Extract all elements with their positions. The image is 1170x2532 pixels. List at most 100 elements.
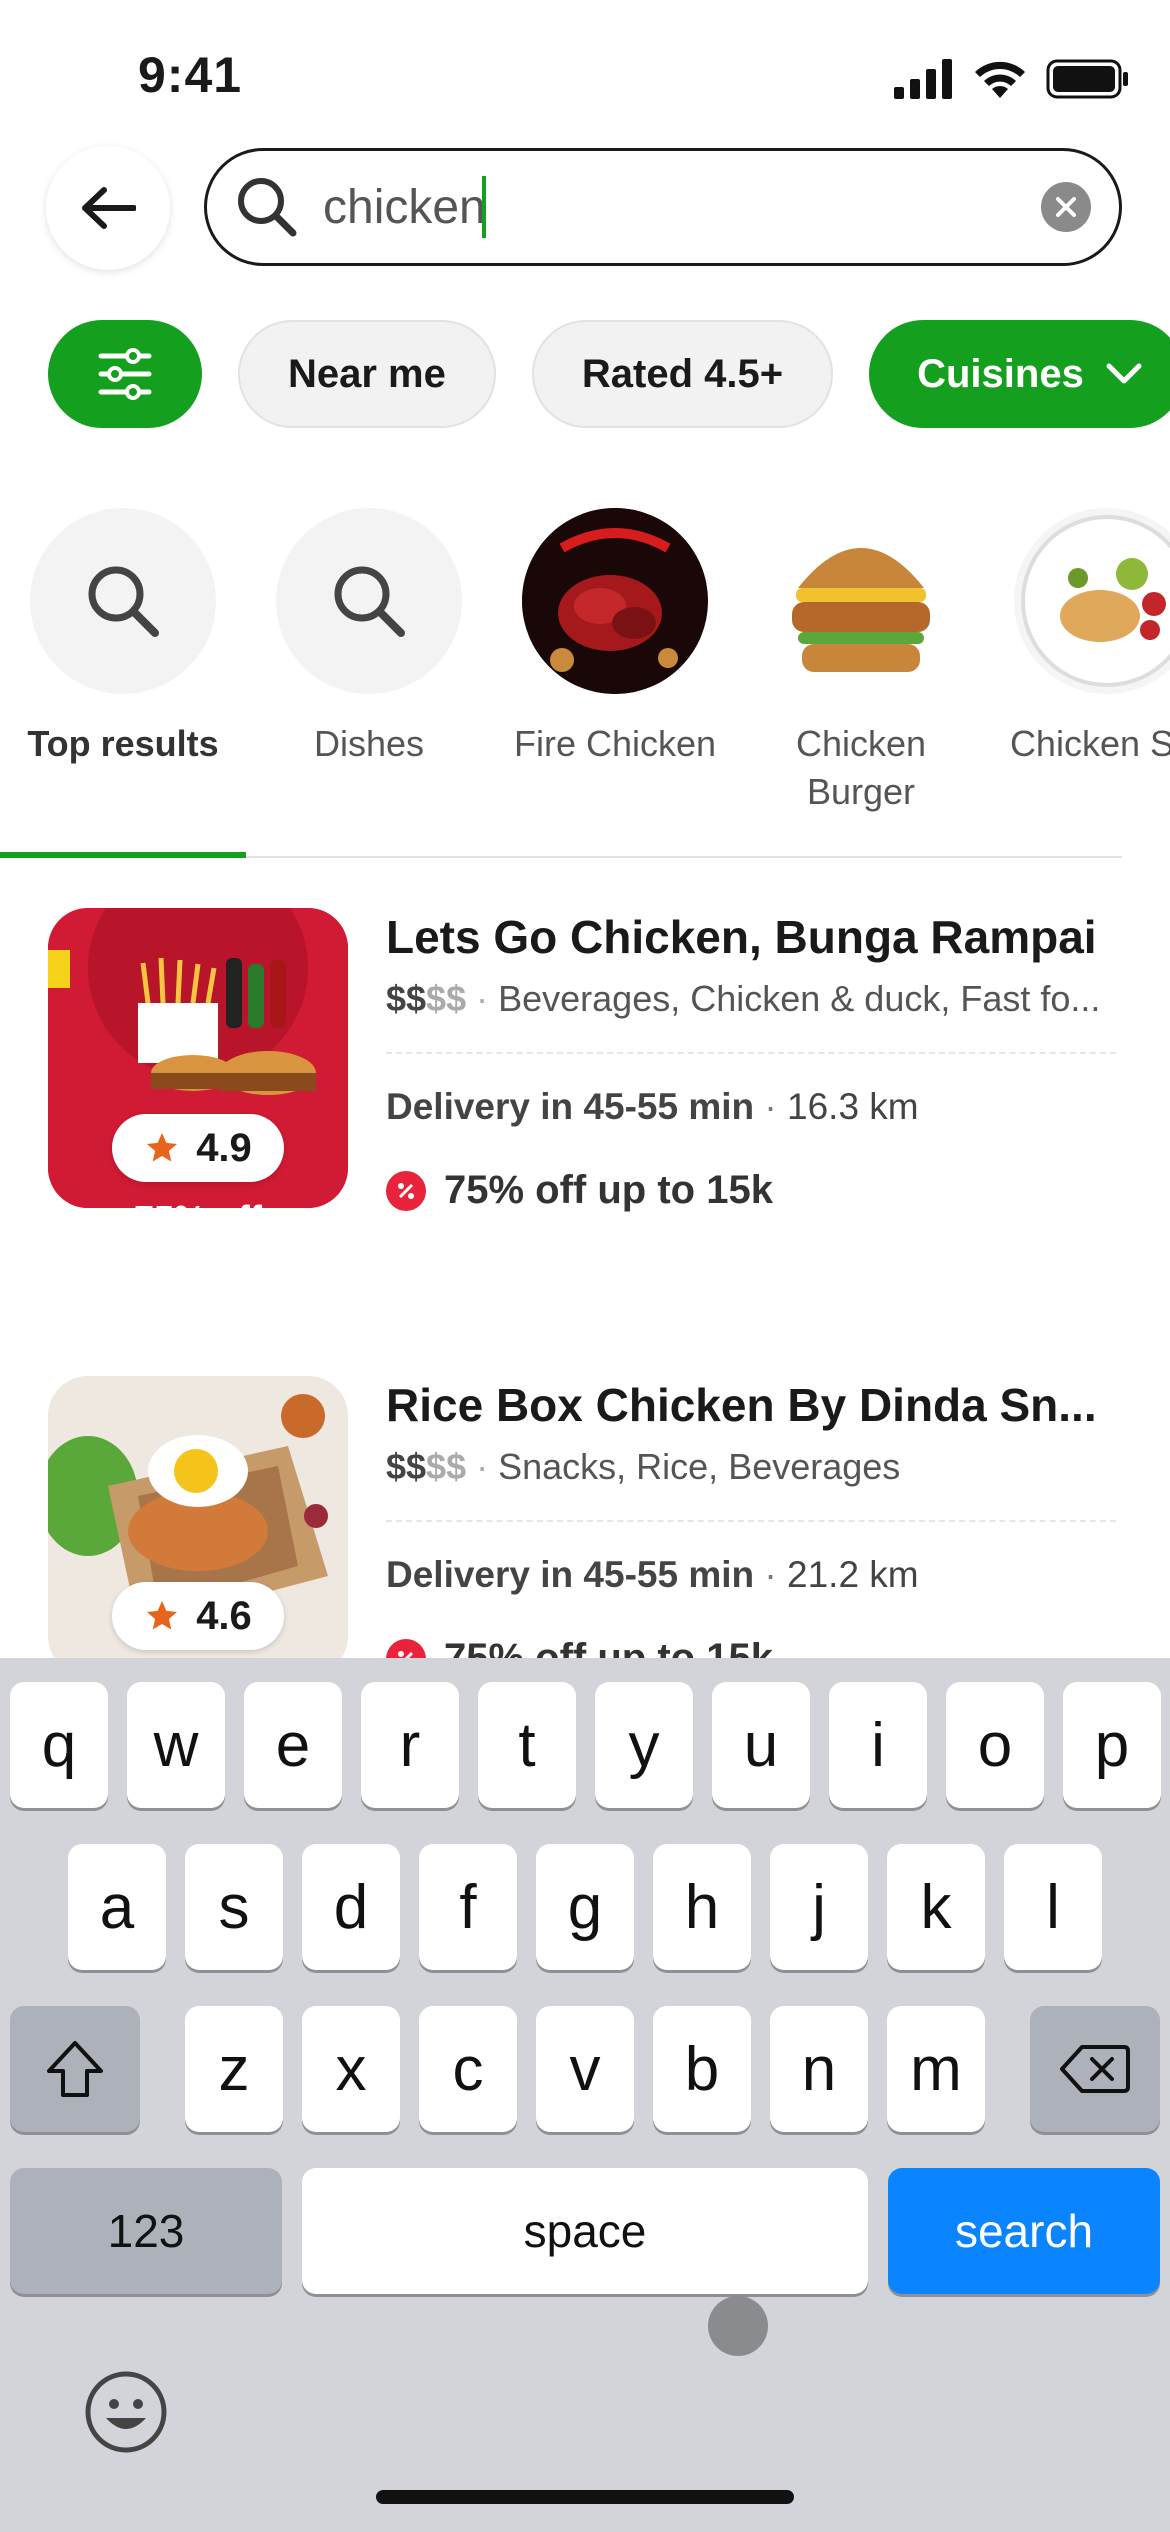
key-r[interactable]: r [361, 1682, 459, 1808]
star-icon [147, 1133, 178, 1162]
category-circle [30, 508, 216, 694]
thumbnail-promo: 75% off [133, 1198, 263, 1239]
price-level-muted: $$ [426, 978, 467, 1019]
backspace-icon [1060, 2045, 1130, 2093]
status-time: 9:41 [138, 47, 243, 103]
keyboard: q w e r t y u i o p a s d f g h j k l z … [0, 1658, 1170, 2532]
key-k[interactable]: k [887, 1844, 985, 1970]
delivery-info: Delivery in 45-55 min · 21.2 km [386, 1554, 919, 1595]
chevron-down-icon [1106, 363, 1142, 384]
key-i[interactable]: i [829, 1682, 927, 1808]
home-indicator [376, 2490, 794, 2504]
key-l[interactable]: l [1004, 1844, 1102, 1970]
numbers-key[interactable]: 123 [10, 2168, 282, 2294]
key-v[interactable]: v [536, 2006, 634, 2132]
category-dishes[interactable]: Dishes [246, 508, 492, 768]
chicken-burger-image [768, 508, 954, 694]
category-circle [276, 508, 462, 694]
key-q[interactable]: q [10, 1682, 108, 1808]
fire-chicken-image [522, 508, 708, 694]
text-caret [481, 176, 486, 238]
restaurant-name: Lets Go Chicken, Bunga Rampai [386, 911, 1097, 963]
category-label: Top results [27, 723, 219, 764]
shift-key[interactable] [10, 2006, 140, 2132]
price-level: $$ [386, 978, 427, 1019]
category-label: Fire Chicken [513, 723, 717, 764]
key-t[interactable]: t [478, 1682, 576, 1808]
search-key[interactable]: search [888, 2168, 1160, 2294]
key-h[interactable]: h [653, 1844, 751, 1970]
restaurant-card[interactable]: 4.6 Rice Box Chicken By Dinda Sn... $$$$… [48, 1376, 1138, 1680]
distance: 21.2 km [787, 1554, 919, 1595]
restaurant-card[interactable]: 4.9 75% off Lets Go Chicken, Bunga Rampa… [48, 908, 1138, 1239]
key-d[interactable]: d [302, 1844, 400, 1970]
sliders-icon [98, 348, 152, 400]
key-o[interactable]: o [946, 1682, 1044, 1808]
key-x[interactable]: x [302, 2006, 400, 2132]
search-input[interactable]: chicken [323, 180, 486, 235]
key-s[interactable]: s [185, 1844, 283, 1970]
cuisine-list: Beverages, Chicken & duck, Fast fo... [498, 978, 1101, 1019]
chip-cuisines-label: Cuisines [917, 351, 1084, 396]
rating-value: 4.6 [196, 1593, 252, 1638]
clear-search-button[interactable] [1041, 182, 1091, 232]
key-g[interactable]: g [536, 1844, 634, 1970]
discount-icon [386, 1170, 426, 1211]
key-z[interactable]: z [185, 2006, 283, 2132]
key-y[interactable]: y [595, 1682, 693, 1808]
status-icons [894, 54, 1130, 104]
distance: 16.3 km [787, 1086, 919, 1127]
category-label: Chicken Ste [1009, 723, 1170, 764]
restaurant-name: Rice Box Chicken By Dinda Sn... [386, 1379, 1097, 1431]
key-c[interactable]: c [419, 2006, 517, 2132]
key-m[interactable]: m [887, 2006, 985, 2132]
category-label: Chicken Burger [795, 723, 927, 812]
chip-cuisines[interactable]: Cuisines [869, 320, 1170, 428]
search-icon [88, 566, 159, 637]
backspace-key[interactable] [1030, 2006, 1160, 2132]
key-n[interactable]: n [770, 2006, 868, 2132]
restaurant-meta: $$$$ · Snacks, Rice, Beverages [386, 1446, 901, 1487]
signal-icon [894, 59, 952, 99]
close-icon [1056, 197, 1076, 217]
key-f[interactable]: f [419, 1844, 517, 1970]
delivery-time: Delivery in 45-55 min [386, 1086, 755, 1127]
wifi-icon [975, 61, 1025, 98]
key-p[interactable]: p [1063, 1682, 1161, 1808]
category-label: Dishes [313, 723, 425, 764]
category-row: Top results Dishes Fire Chicken Chicken … [0, 508, 1170, 838]
search-icon [238, 178, 297, 237]
price-level: $$ [386, 1446, 427, 1487]
chicken-steak-image [1014, 508, 1170, 694]
cursor-drag-handle[interactable] [708, 2296, 768, 2356]
category-top-results[interactable]: Top results [0, 508, 246, 768]
key-u[interactable]: u [712, 1682, 810, 1808]
filter-chips: Near me Rated 4.5+ Cuisines [48, 320, 1170, 432]
category-chicken-burger[interactable]: Chicken Burger [738, 508, 984, 816]
key-a[interactable]: a [68, 1844, 166, 1970]
star-icon [147, 1601, 178, 1630]
key-e[interactable]: e [244, 1682, 342, 1808]
rating-pill: 4.6 [112, 1582, 284, 1650]
status-bar: 9:41 [0, 0, 1170, 140]
active-tab-indicator [0, 852, 246, 858]
promo-text: 75% off up to 15k [444, 1168, 773, 1212]
back-button[interactable] [46, 146, 170, 270]
space-key[interactable]: space [302, 2168, 868, 2294]
shift-icon [47, 2041, 103, 2097]
price-level-muted: $$ [426, 1446, 467, 1487]
key-j[interactable]: j [770, 1844, 868, 1970]
search-box[interactable]: chicken [204, 148, 1122, 266]
category-fire-chicken[interactable]: Fire Chicken [492, 508, 738, 768]
category-chicken-steak[interactable]: Chicken Ste [984, 508, 1170, 768]
cuisine-list: Snacks, Rice, Beverages [498, 1446, 901, 1487]
key-b[interactable]: b [653, 2006, 751, 2132]
delivery-time: Delivery in 45-55 min [386, 1554, 755, 1595]
chip-rated[interactable]: Rated 4.5+ [531, 320, 834, 428]
battery-icon [1046, 59, 1128, 99]
chip-near-me[interactable]: Near me [238, 320, 496, 428]
emoji-icon[interactable] [84, 2370, 168, 2454]
filter-settings-button[interactable] [48, 320, 202, 428]
key-w[interactable]: w [127, 1682, 225, 1808]
arrow-left-icon [82, 187, 136, 229]
